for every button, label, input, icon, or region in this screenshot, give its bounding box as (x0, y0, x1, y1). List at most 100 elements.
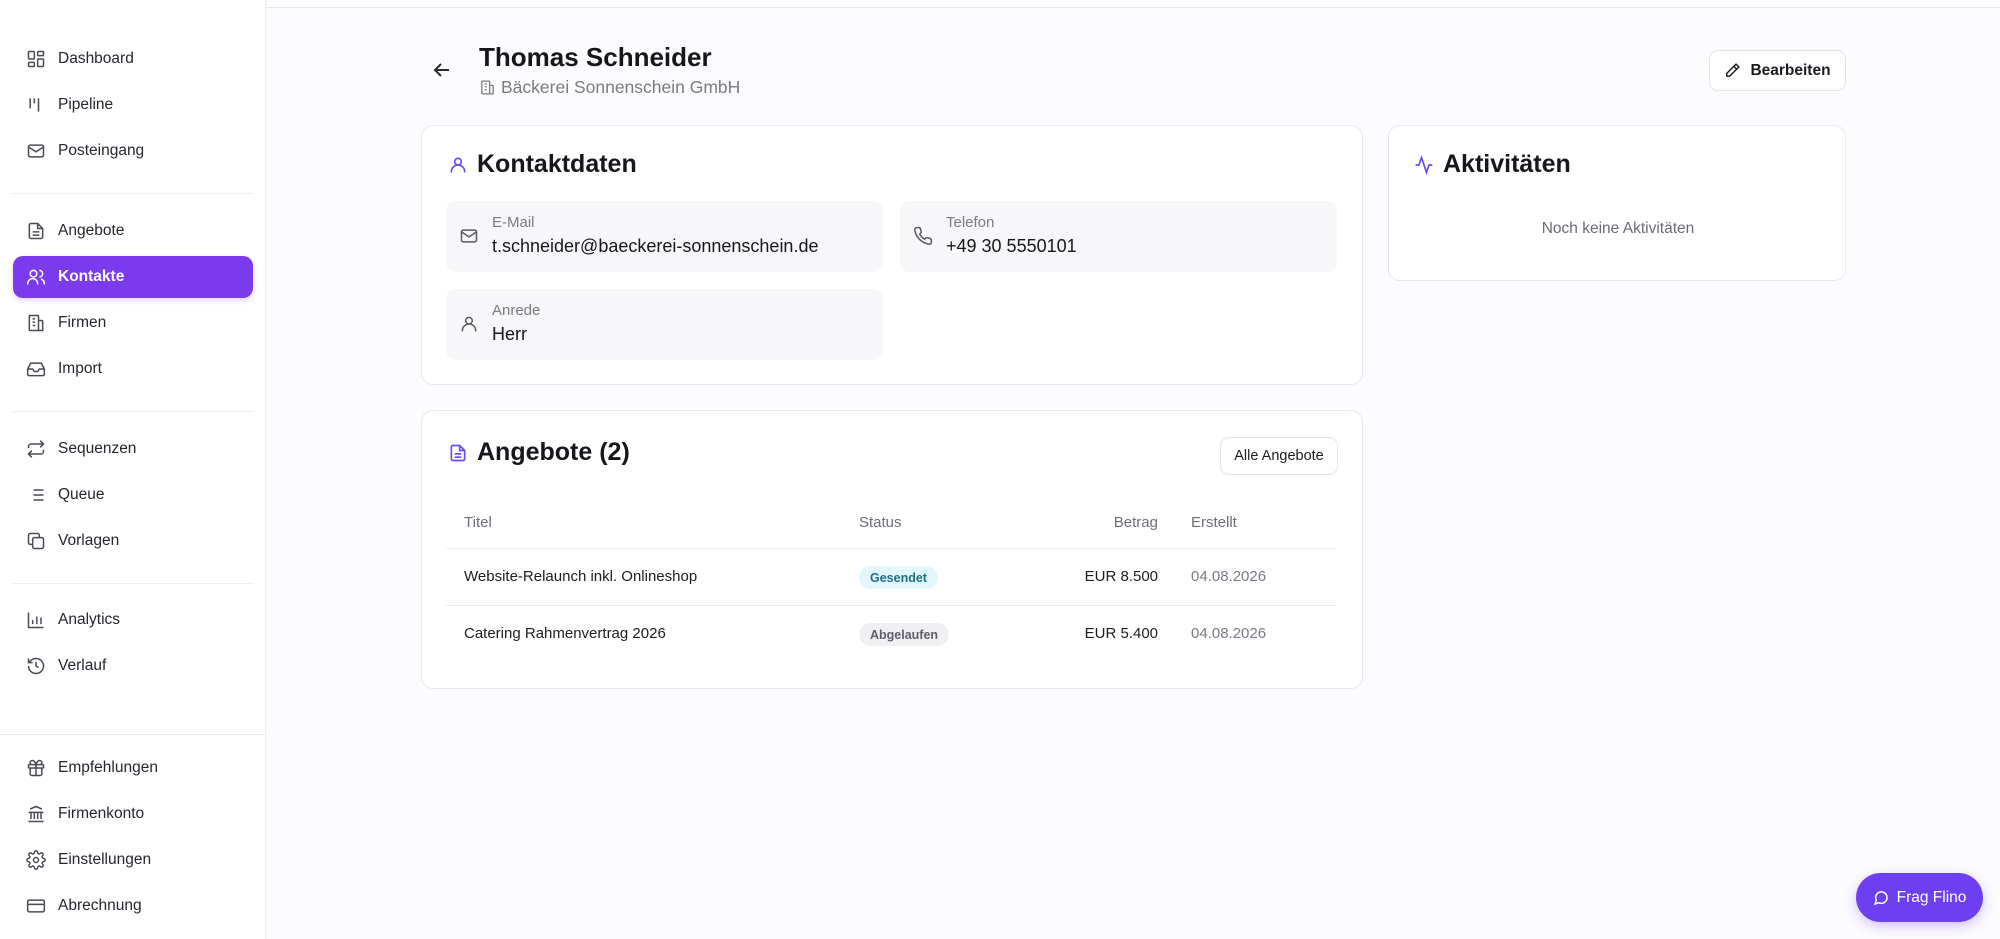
assistant-button[interactable]: Frag Flino (1856, 873, 1983, 922)
edit-button[interactable]: Bearbeiten (1709, 50, 1846, 91)
sidebar-item-label: Einstellungen (58, 851, 152, 868)
sidebar-item-einstellungen[interactable]: Einstellungen (13, 839, 253, 881)
sidebar-item-label: Import (58, 360, 102, 377)
sidebar-item-analytics[interactable]: Analytics (13, 599, 253, 641)
salutation-label: Anrede (492, 302, 541, 319)
status-badge: Gesendet (859, 566, 938, 589)
building-icon (26, 313, 46, 333)
email-field[interactable]: E-Mail t.schneider@baeckerei-sonnenschei… (446, 201, 883, 272)
mail-icon (459, 226, 479, 246)
credit-card-icon (26, 896, 46, 916)
email-value: t.schneider@baeckerei-sonnenschein.de (492, 236, 819, 256)
offer-title: Website-Relaunch inkl. Onlineshop (464, 568, 698, 585)
sidebar-item-label: Angebote (58, 222, 125, 239)
chat-bubble-icon (1873, 890, 1889, 906)
topbar-border (266, 7, 2000, 8)
column-header-amount: Betrag (1113, 514, 1158, 531)
sidebar-item-firmen[interactable]: Firmen (13, 302, 253, 344)
repeat-icon (26, 439, 46, 459)
sidebar-item-label: Vorlagen (58, 532, 120, 549)
sidebar-item-label: Kontakte (58, 268, 125, 285)
activity-icon (1414, 154, 1434, 175)
offers-card: Angebote (2) Alle Angebote Titel Status … (421, 410, 1363, 689)
users-icon (26, 267, 46, 287)
sidebar-item-abrechnung[interactable]: Abrechnung (13, 885, 253, 927)
all-offers-button[interactable]: Alle Angebote (1220, 437, 1338, 475)
pipeline-icon (26, 95, 46, 115)
sidebar-item-label: Abrechnung (58, 897, 142, 914)
sidebar-item-dashboard[interactable]: Dashboard (13, 38, 253, 80)
inbox-icon (26, 359, 46, 379)
bar-chart-icon (26, 610, 46, 630)
email-label: E-Mail (492, 214, 535, 231)
sidebar-item-label: Dashboard (58, 50, 134, 67)
phone-icon (913, 226, 933, 246)
offer-created: 04.08.2026 (1191, 625, 1267, 642)
sidebar-item-kontakte[interactable]: Kontakte (13, 256, 253, 298)
sidebar: Dashboard Pipeline Posteingang Angebote … (0, 0, 266, 939)
user-icon (448, 155, 468, 175)
card-title-text: Angebote (2) (477, 438, 630, 466)
status-badge: Abgelaufen (859, 623, 950, 646)
sidebar-divider (12, 193, 254, 194)
card-title-text: Aktivitäten (1443, 150, 1571, 178)
sidebar-item-firmenkonto[interactable]: Firmenkonto (13, 793, 253, 835)
pencil-icon (1724, 62, 1741, 79)
row-divider (446, 605, 1337, 606)
activity-card: Aktivitäten Noch keine Aktivitäten (1388, 125, 1846, 281)
sidebar-divider (12, 411, 254, 412)
phone-value: +49 30 5550101 (946, 236, 1077, 256)
sidebar-item-posteingang[interactable]: Posteingang (13, 130, 253, 172)
gift-icon (26, 758, 46, 778)
company-link[interactable]: Bäckerei Sonnenschein GmbH (479, 77, 740, 98)
sidebar-item-vorlagen[interactable]: Vorlagen (13, 520, 253, 562)
contact-details-card: Kontaktdaten E-Mail t.schneider@baeckere… (421, 125, 1363, 385)
sidebar-item-label: Queue (58, 486, 105, 503)
sidebar-item-pipeline[interactable]: Pipeline (13, 84, 253, 126)
sidebar-item-label: Posteingang (58, 142, 145, 159)
sidebar-divider (0, 734, 266, 735)
back-button[interactable] (430, 58, 454, 82)
gear-icon (26, 850, 46, 870)
copy-icon (26, 531, 46, 551)
page-title: Thomas Schneider (479, 42, 712, 72)
bank-icon (26, 804, 46, 824)
history-icon (26, 656, 46, 676)
card-title-text: Kontaktdaten (477, 150, 637, 178)
building-icon (479, 79, 496, 96)
sidebar-item-label: Firmen (58, 314, 107, 331)
list-icon (26, 485, 46, 505)
sidebar-item-queue[interactable]: Queue (13, 474, 253, 516)
sidebar-item-label: Pipeline (58, 96, 114, 113)
card-title: Kontaktdaten (448, 150, 637, 179)
card-title: Angebote (2) (448, 438, 630, 467)
offer-amount: EUR 5.400 (1084, 625, 1158, 642)
card-title: Aktivitäten (1414, 150, 1571, 179)
sidebar-item-angebote[interactable]: Angebote (13, 210, 253, 252)
sidebar-item-sequenzen[interactable]: Sequenzen (13, 428, 253, 470)
phone-label: Telefon (946, 214, 995, 231)
sidebar-item-empfehlungen[interactable]: Empfehlungen (13, 747, 253, 789)
sidebar-item-label: Verlauf (58, 657, 107, 674)
offer-amount: EUR 8.500 (1084, 568, 1158, 585)
sidebar-item-label: Analytics (58, 611, 121, 628)
edit-button-label: Bearbeiten (1750, 61, 1831, 79)
salutation-value: Herr (492, 324, 527, 344)
company-name: Bäckerei Sonnenschein GmbH (501, 77, 741, 97)
sidebar-divider (12, 583, 254, 584)
assistant-button-label: Frag Flino (1896, 888, 1967, 906)
sidebar-item-label: Empfehlungen (58, 759, 158, 776)
column-header-status: Status (859, 514, 902, 531)
salutation-field[interactable]: Anrede Herr (446, 289, 883, 360)
sidebar-item-import[interactable]: Import (13, 348, 253, 390)
sidebar-item-label: Firmenkonto (58, 805, 145, 822)
document-icon (26, 221, 46, 241)
user-icon (459, 314, 479, 334)
row-divider (446, 548, 1337, 549)
empty-state-text: Noch keine Aktivitäten (1541, 220, 1695, 237)
sidebar-item-label: Sequenzen (58, 440, 137, 457)
sidebar-item-verlauf[interactable]: Verlauf (13, 645, 253, 687)
arrow-left-icon (433, 63, 449, 77)
mail-icon (26, 141, 46, 161)
phone-field[interactable]: Telefon +49 30 5550101 (900, 201, 1337, 272)
